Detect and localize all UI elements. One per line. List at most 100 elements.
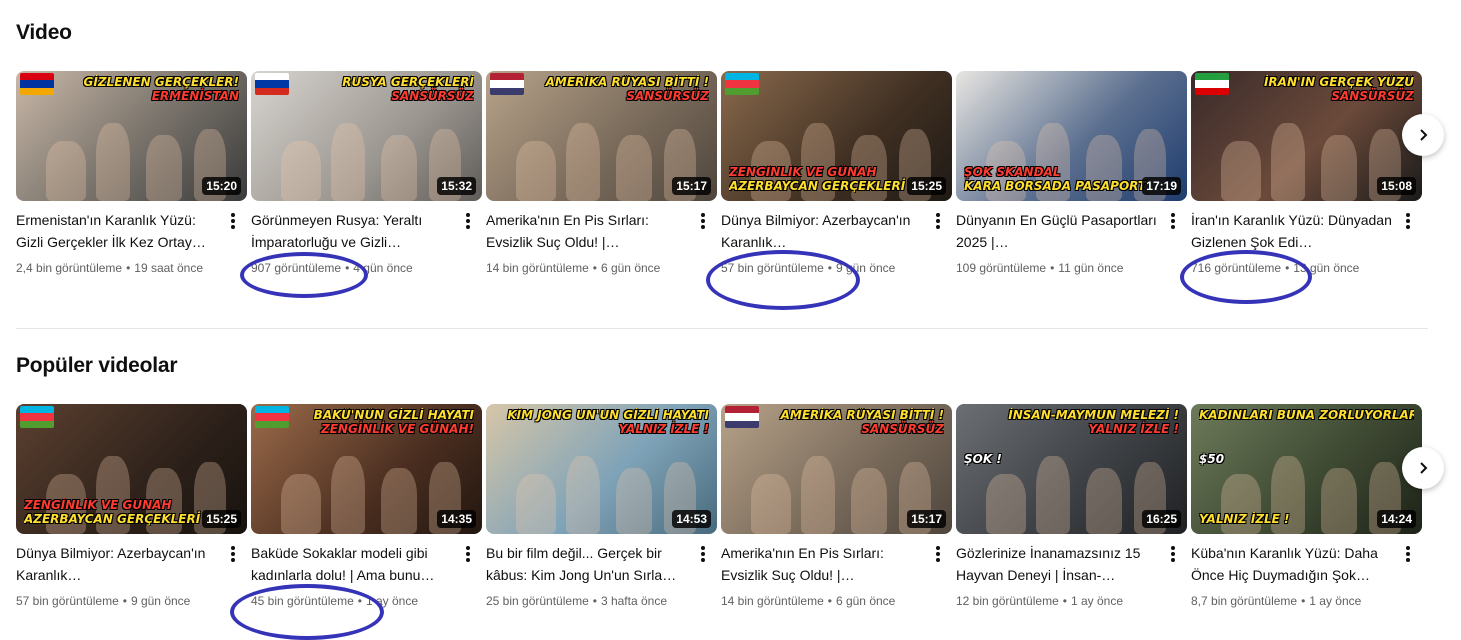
menu-dot — [936, 552, 940, 556]
thumbnail-caption: AMERİKA RÜYASI BİTTİ ! SANSÜRSÜZ — [494, 75, 709, 103]
video-card[interactable]: KİM JONG UN'UN GİZLİ HAYATI YALNIZ İZLE !… — [486, 404, 717, 610]
thumbnail-figure — [1221, 141, 1261, 201]
more-vert-icon[interactable] — [1165, 211, 1181, 231]
more-vert-icon[interactable] — [695, 211, 711, 231]
menu-dot — [466, 225, 470, 229]
more-vert-icon[interactable] — [1400, 544, 1416, 564]
video-thumbnail[interactable]: KADINLARI BUNA ZORLUYORLAR $50 YALNIZ İZLE… — [1191, 404, 1422, 534]
video-duration-badge: 16:25 — [1142, 510, 1181, 528]
menu-dot — [936, 558, 940, 562]
video-title[interactable]: Dünya Bilmiyor: Azerbaycan'ın Karanlık… — [721, 209, 926, 253]
video-thumbnail[interactable]: AMERİKA RÜYASI BİTTİ ! SANSÜRSÜZ 15:17 — [486, 71, 717, 201]
video-card[interactable]: RUSYA GERÇEKLERİ SANSÜRSÜZ 15:32 Görünmeyen… — [251, 71, 482, 277]
video-card[interactable]: BAKÜ'NÜN GİZLİ HAYATI ZENGİNLİK VE GÜNAH!… — [251, 404, 482, 610]
video-metadata: 907 görüntüleme • 4 gün önce — [251, 259, 476, 277]
meta-separator: • — [1301, 594, 1306, 608]
video-thumbnail[interactable]: ZENGİNLİK VE GÜNAH AZERBAYCAN GERÇEKLERİ 1… — [721, 71, 952, 201]
video-thumbnail[interactable]: KİM JONG UN'UN GİZLİ HAYATI YALNIZ İZLE !… — [486, 404, 717, 534]
video-metadata: 14 bin görüntüleme • 6 gün önce — [721, 592, 946, 610]
more-vert-icon[interactable] — [930, 211, 946, 231]
section-title-popular: Popüler videolar — [16, 354, 178, 377]
view-count: 14 bin görüntüleme — [486, 261, 589, 275]
video-title[interactable]: Küba'nın Karanlık Yüzü: Daha Önce Hiç Du… — [1191, 542, 1396, 586]
menu-dot — [936, 213, 940, 217]
meta-separator: • — [827, 261, 832, 275]
more-vert-icon[interactable] — [1165, 544, 1181, 564]
video-title[interactable]: Amerika'nın En Pis Sırları: Evsizlik Suç… — [721, 542, 926, 586]
thumbnail-caption-line: SANSÜRSÜZ — [1331, 89, 1414, 103]
video-title[interactable]: Dünya Bilmiyor: Azerbaycan'ın Karanlık… — [16, 542, 221, 586]
video-card[interactable]: GİZLENEN GERÇEKLER! ERMENİSTAN 15:20 Ermeni… — [16, 71, 247, 277]
more-vert-icon[interactable] — [695, 544, 711, 564]
video-thumbnail[interactable]: İRAN'IN GERÇEK YÜZÜ SANSÜRSÜZ 15:08 — [1191, 71, 1422, 201]
thumbnail-figure — [46, 141, 86, 201]
video-title[interactable]: Görünmeyen Rusya: Yeraltı İmparatorluğu … — [251, 209, 456, 253]
video-title[interactable]: Gözlerinize İnanamazsınız 15 Hayvan Dene… — [956, 542, 1161, 586]
video-metadata: 12 bin görüntüleme • 1 ay önce — [956, 592, 1181, 610]
menu-dot — [701, 558, 705, 562]
thumbnail-caption-line: KADINLARI BUNA ZORLUYORLAR — [1199, 408, 1414, 422]
video-card[interactable]: ŞOK SKANDAL KARA BORSADA PASAPORT 17:19 Dün… — [956, 71, 1187, 277]
thumbnail-figure — [516, 141, 556, 201]
video-duration-badge: 15:08 — [1377, 177, 1416, 195]
video-title[interactable]: Amerika'nın En Pis Sırları: Evsizlik Suç… — [486, 209, 691, 253]
menu-dot — [1406, 552, 1410, 556]
menu-dot — [231, 213, 235, 217]
menu-dot — [466, 219, 470, 223]
video-title[interactable]: Baküde Sokaklar modeli gibi kadınlarla d… — [251, 542, 456, 586]
view-count: 8,7 bin görüntüleme — [1191, 594, 1298, 608]
more-vert-icon[interactable] — [460, 544, 476, 564]
video-thumbnail[interactable]: GİZLENEN GERÇEKLER! ERMENİSTAN 15:20 — [16, 71, 247, 201]
more-vert-icon[interactable] — [225, 544, 241, 564]
thumbnail-figure — [381, 468, 417, 534]
shelf-next-button[interactable] — [1402, 447, 1444, 489]
video-metadata: 45 bin görüntüleme • 1 ay önce — [251, 592, 476, 610]
menu-dot — [1406, 219, 1410, 223]
video-card[interactable]: AMERİKA RÜYASI BİTTİ ! SANSÜRSÜZ 15:17 Amer… — [721, 404, 952, 610]
thumbnail-figure — [381, 135, 417, 201]
thumbnail-caption-line: ZENGİNLİK VE GÜNAH! — [321, 422, 474, 436]
video-card[interactable]: ZENGİNLİK VE GÜNAH AZERBAYCAN GERÇEKLERİ 1… — [16, 404, 247, 610]
thumbnail-figure — [986, 474, 1026, 534]
video-duration-badge: 15:32 — [437, 177, 476, 195]
section-title-video: Video — [16, 21, 72, 44]
video-thumbnail[interactable]: ŞOK SKANDAL KARA BORSADA PASAPORT 17:19 — [956, 71, 1187, 201]
video-card[interactable]: AMERİKA RÜYASI BİTTİ ! SANSÜRSÜZ 15:17 Amer… — [486, 71, 717, 277]
video-card[interactable]: ZENGİNLİK VE GÜNAH AZERBAYCAN GERÇEKLERİ 1… — [721, 71, 952, 277]
video-title[interactable]: Dünyanın En Güçlü Pasaportları 2025 |… — [956, 209, 1161, 253]
more-vert-icon[interactable] — [225, 211, 241, 231]
shelf-next-button[interactable] — [1402, 114, 1444, 156]
upload-age: 1 ay önce — [1070, 594, 1123, 608]
menu-dot — [1171, 552, 1175, 556]
menu-dot — [466, 213, 470, 217]
thumbnail-caption-line: KİM JONG UN'UN GİZLİ HAYATI — [507, 408, 709, 422]
thumbnail-figure — [281, 474, 321, 534]
thumbnail-caption-line: SANSÜRSÜZ — [391, 89, 474, 103]
thumbnail-figure — [751, 474, 791, 534]
video-title[interactable]: Bu bir film değil... Gerçek bir kâbus: K… — [486, 542, 691, 586]
view-count: 25 bin görüntüleme — [486, 594, 589, 608]
video-duration-badge: 14:24 — [1377, 510, 1416, 528]
thumbnail-figure — [1036, 456, 1070, 534]
more-vert-icon[interactable] — [460, 211, 476, 231]
video-card[interactable]: İRAN'IN GERÇEK YÜZÜ SANSÜRSÜZ 15:08 İran'ın… — [1191, 71, 1422, 277]
thumbnail-caption-line: GİZLENEN GERÇEKLER! — [83, 75, 239, 89]
thumbnail-figure — [566, 456, 600, 534]
view-count: 109 görüntüleme — [956, 261, 1047, 275]
chevron-right-icon — [1420, 129, 1428, 141]
video-thumbnail[interactable]: İNSAN-MAYMUN MELEZİ ! YALNIZ İZLE ! ŞOK ! 1… — [956, 404, 1187, 534]
video-thumbnail[interactable]: BAKÜ'NÜN GİZLİ HAYATI ZENGİNLİK VE GÜNAH!… — [251, 404, 482, 534]
video-title[interactable]: Ermenistan'ın Karanlık Yüzü: Gizli Gerçe… — [16, 209, 221, 253]
meta-separator: • — [122, 594, 127, 608]
video-thumbnail[interactable]: RUSYA GERÇEKLERİ SANSÜRSÜZ 15:32 — [251, 71, 482, 201]
video-thumbnail[interactable]: AMERİKA RÜYASI BİTTİ ! SANSÜRSÜZ 15:17 — [721, 404, 952, 534]
video-title[interactable]: İran'ın Karanlık Yüzü: Dünyadan Gizlenen… — [1191, 209, 1396, 253]
video-card[interactable]: KADINLARI BUNA ZORLUYORLAR $50 YALNIZ İZLE… — [1191, 404, 1422, 610]
more-vert-icon[interactable] — [930, 544, 946, 564]
thumbnail-caption: KADINLARI BUNA ZORLUYORLAR — [1199, 408, 1414, 422]
thumbnail-figure — [96, 123, 130, 201]
video-card[interactable]: İNSAN-MAYMUN MELEZİ ! YALNIZ İZLE ! ŞOK ! 1… — [956, 404, 1187, 610]
video-thumbnail[interactable]: ZENGİNLİK VE GÜNAH AZERBAYCAN GERÇEKLERİ 1… — [16, 404, 247, 534]
view-count: 2,4 bin görüntüleme — [16, 261, 123, 275]
more-vert-icon[interactable] — [1400, 211, 1416, 231]
